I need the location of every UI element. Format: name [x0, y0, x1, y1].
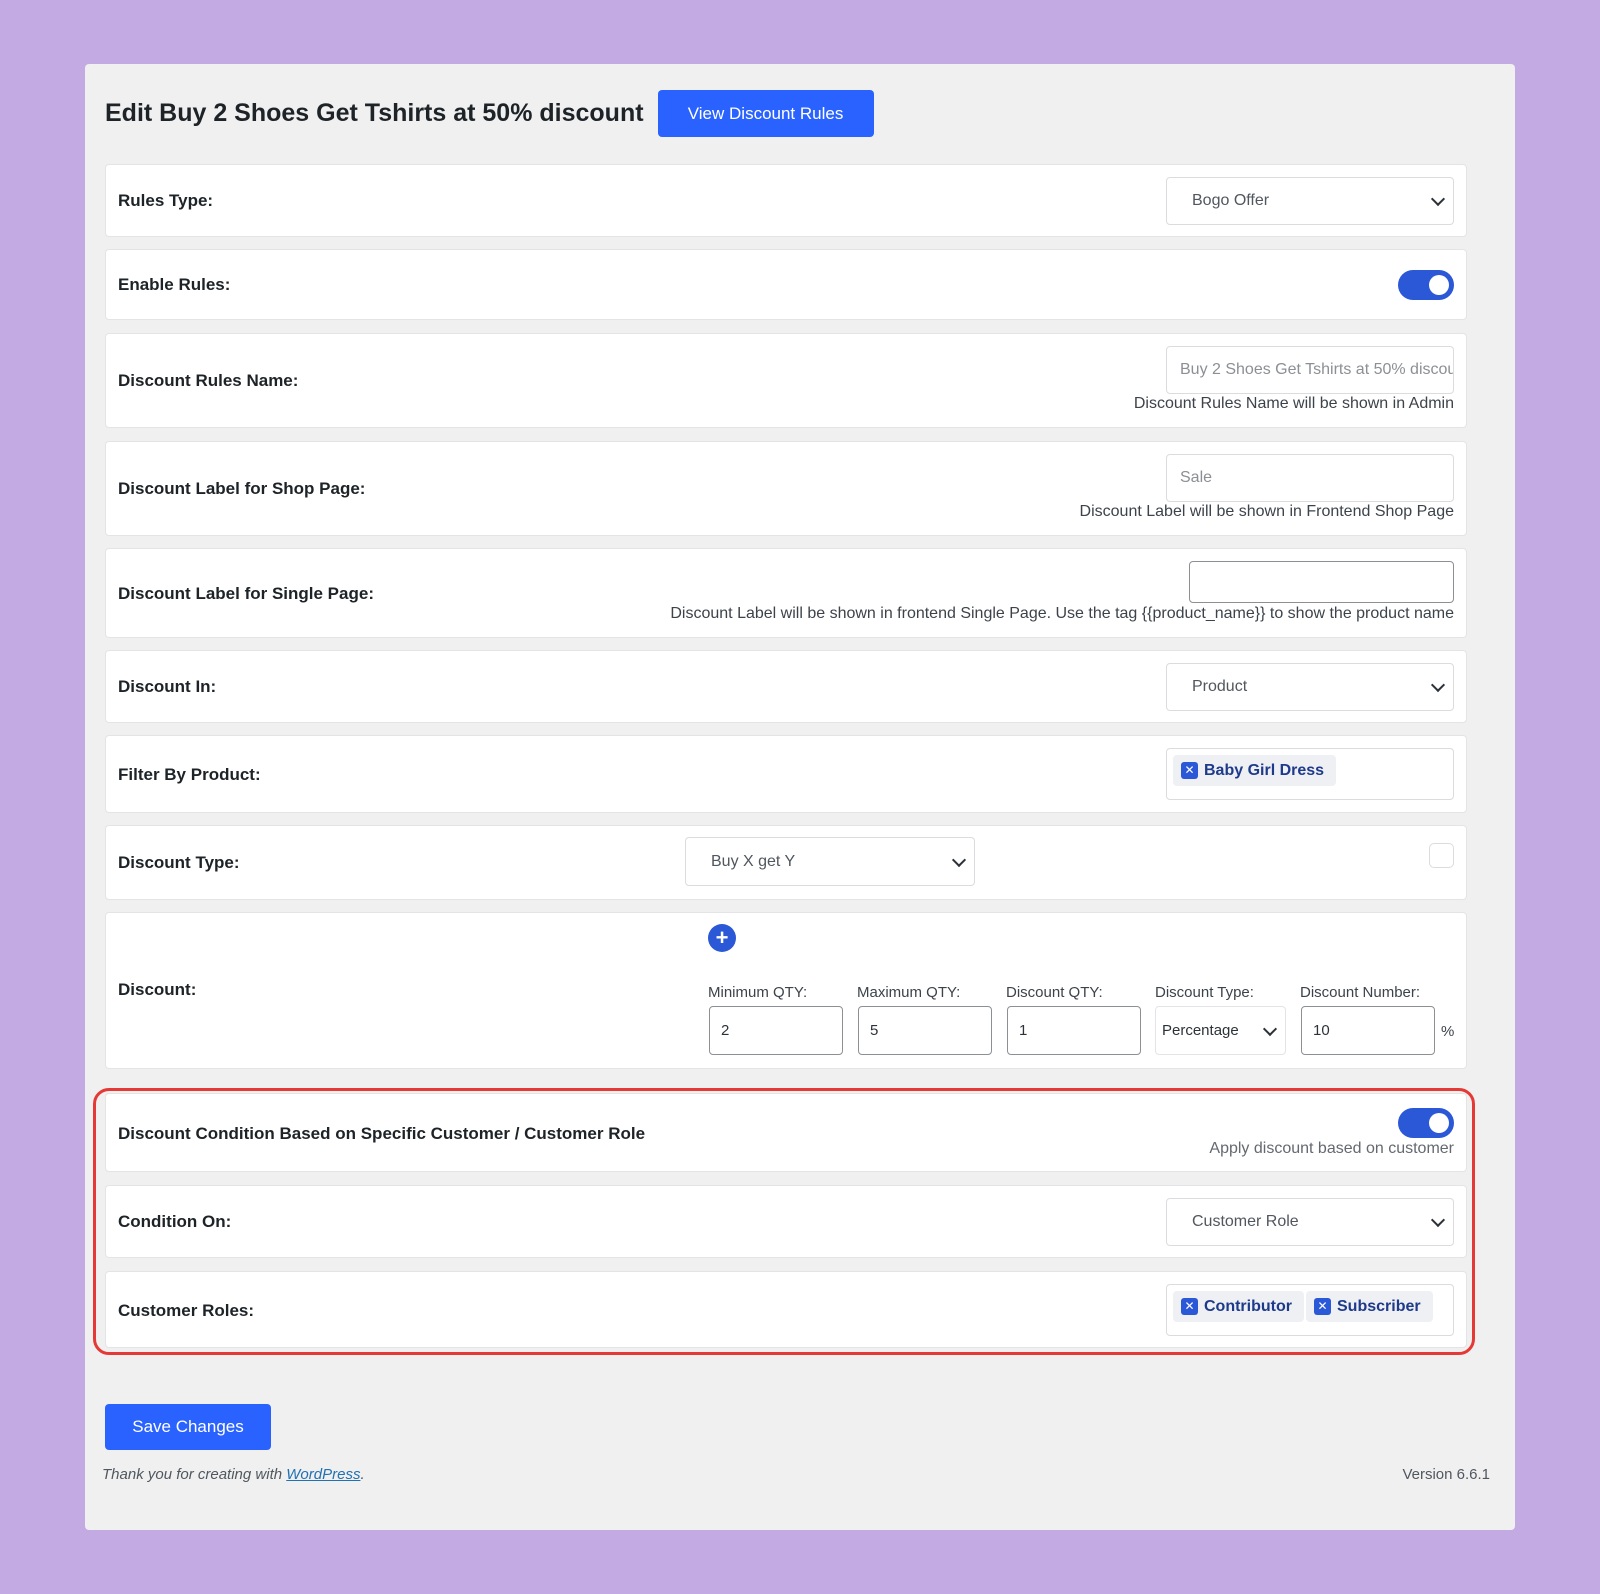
discount-in-select[interactable]: Product	[1166, 663, 1454, 711]
rules-name-row: Discount Rules Name: Buy 2 Shoes Get Tsh…	[105, 333, 1467, 428]
rules-name-input[interactable]: Buy 2 Shoes Get Tshirts at 50% discour	[1166, 346, 1454, 394]
discount-type-select[interactable]: Buy X get Y	[685, 837, 975, 886]
rules-type-select[interactable]: Bogo Offer	[1166, 177, 1454, 225]
min-qty-label: Minimum QTY:	[708, 984, 808, 1001]
discount-type-checkbox[interactable]	[1429, 843, 1454, 868]
discount-number-value: 10	[1313, 1022, 1330, 1039]
product-tag-label: Baby Girl Dress	[1204, 761, 1325, 779]
discount-in-row: Discount In: Product	[105, 650, 1467, 723]
min-qty-input[interactable]: 2	[709, 1006, 843, 1055]
wordpress-link[interactable]: WordPress	[286, 1466, 360, 1483]
discount-number-input[interactable]: 10	[1301, 1006, 1435, 1055]
single-label-help: Discount Label will be shown in frontend…	[670, 605, 1454, 622]
footer-thanks: Thank you for creating with WordPress.	[102, 1466, 365, 1483]
max-qty-label: Maximum QTY:	[857, 984, 961, 1001]
discount-in-label: Discount In:	[118, 677, 217, 696]
max-qty-value: 5	[870, 1022, 879, 1039]
discount-type-value: Buy X get Y	[711, 852, 796, 870]
highlight-box	[93, 1088, 1475, 1355]
percent-unit: %	[1441, 1023, 1455, 1040]
rules-name-label: Discount Rules Name:	[118, 371, 299, 390]
footer-suffix: .	[360, 1466, 365, 1483]
chevron-down-icon	[1430, 191, 1446, 207]
page-header: Edit Buy 2 Shoes Get Tshirts at 50% disc…	[105, 90, 874, 137]
single-label-label: Discount Label for Single Page:	[118, 584, 374, 603]
chevron-down-icon	[1262, 1021, 1278, 1036]
rules-name-help: Discount Rules Name will be shown in Adm…	[1133, 395, 1454, 412]
chevron-down-icon	[951, 852, 967, 867]
settings-panel: Edit Buy 2 Shoes Get Tshirts at 50% disc…	[85, 64, 1515, 1530]
product-multiselect[interactable]: ✕ Baby Girl Dress	[1166, 748, 1454, 800]
shop-label-help: Discount Label will be shown in Frontend…	[1079, 503, 1454, 520]
rules-type-row: Rules Type: Bogo Offer	[105, 164, 1467, 237]
product-tag: ✕ Baby Girl Dress	[1173, 755, 1337, 786]
max-qty-input[interactable]: 5	[858, 1006, 992, 1055]
shop-label-label: Discount Label for Shop Page:	[118, 479, 366, 498]
rules-type-value: Bogo Offer	[1192, 192, 1270, 209]
discount-qty-label: Discount QTY:	[1006, 984, 1103, 1001]
shop-label-value: Sale	[1180, 469, 1213, 486]
footer-thanks-text: Thank you for creating with	[102, 1466, 287, 1483]
discount-type-label: Discount Type:	[118, 853, 240, 872]
shop-label-input[interactable]: Sale	[1166, 454, 1454, 502]
save-changes-button[interactable]: Save Changes	[105, 1404, 271, 1450]
filter-product-label: Filter By Product:	[118, 765, 261, 784]
rules-name-value: Buy 2 Shoes Get Tshirts at 50% discour	[1180, 361, 1454, 378]
enable-rules-label: Enable Rules:	[118, 275, 231, 294]
enable-rules-toggle[interactable]	[1398, 270, 1454, 300]
add-discount-icon[interactable]: +	[708, 924, 736, 952]
discount-label: Discount:	[118, 980, 197, 999]
discount-amount-type-label: Discount Type:	[1155, 984, 1254, 1001]
discount-number-label: Discount Number:	[1300, 984, 1421, 1001]
chevron-down-icon	[1430, 677, 1446, 693]
page-title: Edit Buy 2 Shoes Get Tshirts at 50% disc…	[105, 99, 644, 127]
discount-row: Discount: + Minimum QTY: 2 Maximum QTY: …	[105, 912, 1467, 1069]
single-label-row: Discount Label for Single Page: Discount…	[105, 548, 1467, 638]
discount-amount-type-select[interactable]: Percentage	[1155, 1006, 1286, 1055]
min-qty-value: 2	[721, 1022, 730, 1039]
discount-in-value: Product	[1192, 678, 1248, 695]
remove-tag-icon[interactable]: ✕	[1181, 762, 1198, 779]
footer-version: Version 6.6.1	[1402, 1466, 1490, 1483]
single-label-textarea[interactable]	[1189, 561, 1454, 603]
discount-type-row: Discount Type: Buy X get Y	[105, 825, 1467, 900]
enable-rules-row: Enable Rules:	[105, 249, 1467, 320]
rules-type-label: Rules Type:	[118, 191, 214, 210]
shop-label-row: Discount Label for Shop Page: Sale Disco…	[105, 441, 1467, 536]
discount-amount-type-value: Percentage	[1162, 1022, 1239, 1039]
toggle-knob	[1429, 275, 1449, 295]
discount-qty-input[interactable]: 1	[1007, 1006, 1141, 1055]
discount-qty-value: 1	[1019, 1022, 1028, 1039]
filter-product-row: Filter By Product: ✕ Baby Girl Dress	[105, 735, 1467, 813]
view-discount-rules-button[interactable]: View Discount Rules	[657, 90, 874, 137]
